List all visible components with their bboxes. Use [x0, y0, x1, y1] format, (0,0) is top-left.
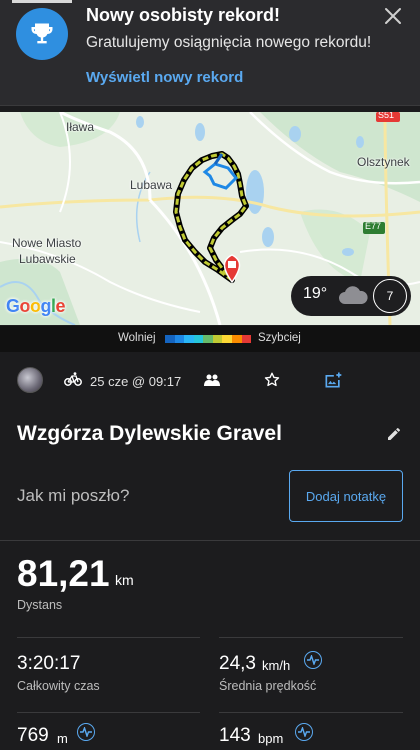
add-photo-icon[interactable] — [323, 370, 343, 395]
distance-label: Dystans — [17, 598, 63, 612]
activity-date: 25 cze @ 09:17 — [90, 374, 182, 389]
activity-title: Wzgórza Dylewskie Gravel — [17, 422, 282, 445]
stat-divider — [17, 637, 200, 638]
legend-slow-label: Wolniej — [118, 332, 156, 344]
map-place: Iława — [66, 120, 95, 134]
wind-indicator: 7 — [373, 279, 407, 313]
avg-speed-value: 24,3 — [219, 653, 256, 674]
notification-title: Nowy osobisty rekord! — [86, 5, 281, 25]
trophy-icon — [16, 8, 68, 60]
edit-icon[interactable] — [386, 426, 402, 447]
total-time-value: 3:20:17 — [17, 653, 81, 674]
star-icon[interactable] — [263, 371, 281, 394]
stat-divider — [219, 712, 403, 713]
add-note-button[interactable]: Dodaj notatkę — [289, 470, 403, 522]
weather-temperature: 19° — [303, 285, 328, 302]
map-place: Lubawa — [130, 178, 173, 192]
people-icon[interactable] — [204, 373, 220, 391]
distance-value: 81,21 — [17, 553, 110, 594]
bike-icon — [64, 372, 82, 391]
distance-unit: km — [115, 572, 134, 588]
view-record-link[interactable]: Wyświetl nowy rekord — [86, 69, 243, 86]
pulse-chart-icon[interactable] — [77, 723, 95, 741]
how-did-it-go-prompt: Jak mi poszło? — [17, 486, 130, 505]
wind-speed: 7 — [386, 289, 394, 303]
elevation-value: 769 — [17, 725, 49, 746]
section-divider — [0, 540, 420, 541]
map-place: Olsztynek — [357, 155, 410, 169]
status-bar-indicator — [12, 0, 72, 3]
speed-legend: Wolniej Szybciej — [0, 326, 420, 352]
cloud-icon — [337, 284, 369, 311]
legend-fast-label: Szybciej — [258, 332, 301, 344]
avg-speed-label: Średnia prędkość — [219, 679, 317, 693]
pulse-chart-icon[interactable] — [295, 723, 313, 741]
road-label: E77 — [365, 221, 382, 231]
legend-color-bar — [165, 335, 252, 343]
weather-badge[interactable]: 19° 7 — [291, 276, 411, 316]
close-icon[interactable] — [381, 4, 405, 28]
stat-divider — [17, 712, 200, 713]
pulse-chart-icon[interactable] — [304, 651, 322, 669]
heart-rate-value: 143 — [219, 725, 251, 746]
road-label: S51 — [378, 112, 395, 120]
stat-divider — [219, 637, 403, 638]
heart-rate-unit: bpm — [258, 731, 284, 746]
map-place: Nowe Miasto — [12, 236, 82, 250]
notification-text: Gratulujemy osiągnięcia nowego rekordu! — [86, 34, 372, 51]
map-place: Lubawskie — [19, 252, 76, 266]
avatar[interactable] — [17, 367, 43, 393]
total-time-label: Całkowity czas — [17, 679, 100, 693]
notification-banner[interactable]: Nowy osobisty rekord! Gratulujemy osiągn… — [0, 0, 420, 106]
google-logo: Google — [6, 296, 66, 316]
elevation-unit: m — [57, 731, 68, 746]
avg-speed-unit: km/h — [262, 658, 291, 673]
